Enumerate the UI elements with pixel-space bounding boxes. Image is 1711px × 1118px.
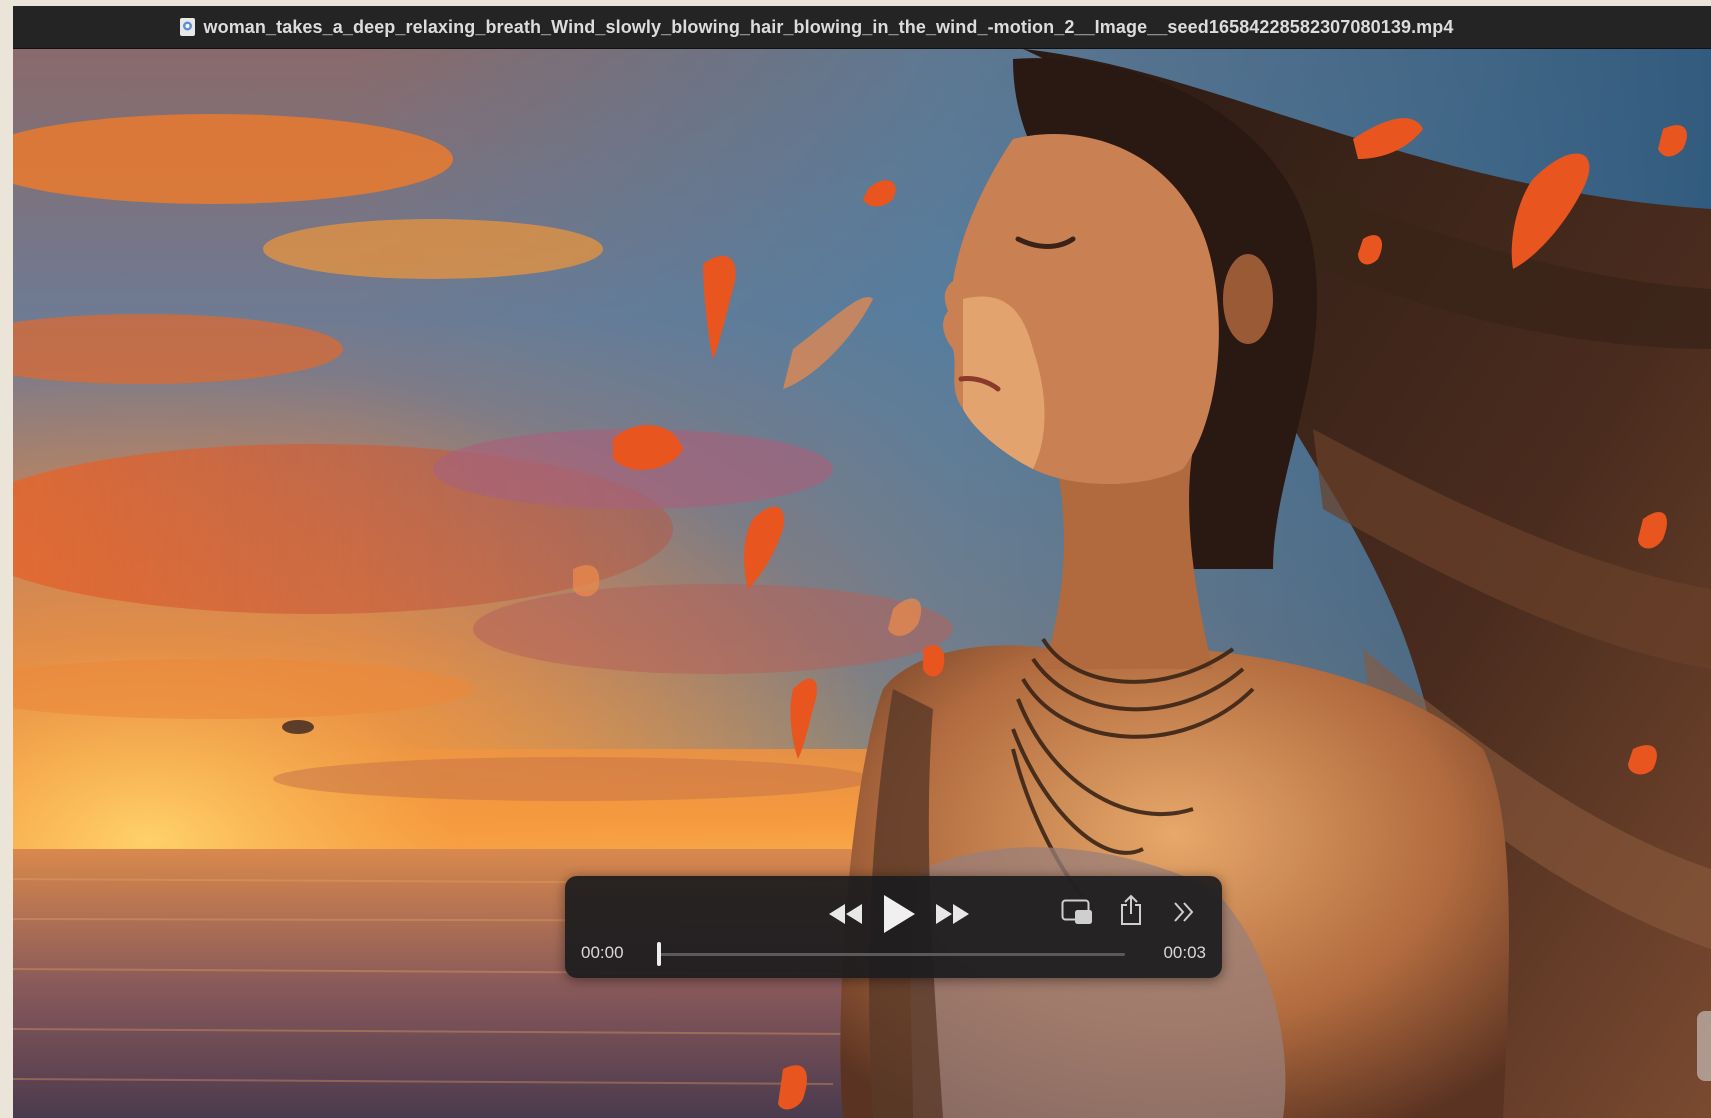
- player-window: woman_takes_a_deep_relaxing_breath_Wind_…: [13, 6, 1711, 1118]
- fast-forward-button[interactable]: [933, 898, 971, 930]
- play-icon: [884, 895, 915, 933]
- fast-forward-icon: [936, 904, 969, 924]
- edge-handle[interactable]: [1697, 1011, 1711, 1081]
- more-button[interactable]: [1170, 896, 1198, 928]
- document-icon: [179, 18, 195, 36]
- desktop-background: woman_takes_a_deep_relaxing_breath_Wind_…: [0, 0, 1711, 1118]
- timeline-scrubber[interactable]: [657, 942, 1125, 966]
- share-button[interactable]: [1115, 890, 1147, 930]
- total-time: 00:03: [1163, 943, 1206, 962]
- play-button[interactable]: [877, 890, 921, 938]
- current-time: 00:00: [581, 943, 624, 962]
- window-title: woman_takes_a_deep_relaxing_breath_Wind_…: [203, 16, 1454, 37]
- title-group: woman_takes_a_deep_relaxing_breath_Wind_…: [179, 17, 1454, 38]
- picture-in-picture-button[interactable]: [1059, 894, 1095, 930]
- rewind-icon: [829, 904, 862, 924]
- playhead-handle[interactable]: [657, 942, 661, 966]
- window-titlebar[interactable]: woman_takes_a_deep_relaxing_breath_Wind_…: [13, 6, 1711, 49]
- chevron-double-right-icon: [1174, 902, 1194, 922]
- rewind-button[interactable]: [827, 898, 865, 930]
- picture-in-picture-icon: [1061, 899, 1092, 924]
- playback-controls: 00:00 00:03: [565, 876, 1222, 978]
- share-icon: [1121, 894, 1141, 925]
